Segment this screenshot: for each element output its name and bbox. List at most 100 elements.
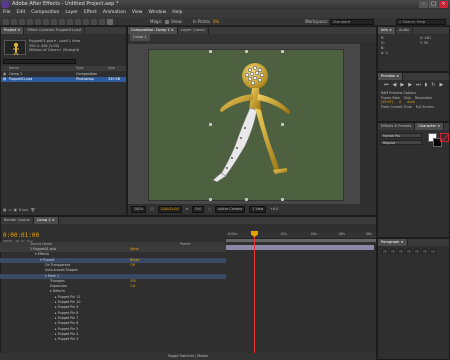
show-checkbox[interactable] (165, 19, 169, 24)
rectangle-tool-icon[interactable] (51, 18, 57, 25)
audio-icon[interactable]: ◗ (425, 82, 428, 88)
roi-icon[interactable]: ▢ (208, 205, 211, 213)
hand-tool-icon[interactable] (11, 18, 17, 25)
work-area-bar[interactable] (226, 239, 376, 242)
justify-all-icon[interactable] (430, 249, 436, 254)
ram-preview-icon[interactable]: ▶ (439, 82, 443, 88)
menu-composition[interactable]: Composition (31, 9, 59, 17)
resolution-label: Resolution (414, 95, 433, 100)
inpoints-value[interactable]: 0% (213, 18, 219, 25)
play-icon[interactable]: ▶ (400, 82, 404, 88)
search-help-input[interactable]: ⌕ Search Help (396, 18, 446, 25)
trash-icon[interactable]: 🗑 (31, 207, 35, 213)
last-frame-icon[interactable]: ⏭ (416, 82, 421, 88)
tab-info[interactable]: Info × (378, 27, 396, 34)
exposure-value[interactable]: +0.0 (270, 205, 278, 213)
column-size[interactable]: Size (108, 66, 115, 71)
camera-tool-icon[interactable] (35, 18, 41, 25)
puppet-pin-handle[interactable] (281, 123, 284, 126)
justify-left-icon[interactable] (406, 249, 412, 254)
workspace-select[interactable]: Standard (330, 18, 374, 25)
current-time-indicator[interactable] (254, 231, 255, 360)
zoom-tool-icon[interactable] (19, 18, 25, 25)
puppet-pin-handle[interactable] (209, 198, 212, 201)
new-folder-icon[interactable]: ▭ (8, 207, 11, 213)
no-stroke-icon[interactable] (440, 133, 450, 143)
time-ruler[interactable]: 0:00s 02s 04s 06s 08s (226, 231, 376, 239)
view-layout-select[interactable]: 1 View (249, 206, 267, 213)
brush-tool-icon[interactable] (75, 18, 81, 25)
menu-window[interactable]: Window (149, 9, 167, 17)
project-search-input[interactable] (3, 59, 76, 64)
prev-frame-icon[interactable]: ◀ (393, 82, 397, 88)
toggle-switches-modes[interactable]: Toggle Switches / Modes (168, 354, 208, 358)
puppet-pin-tool-icon[interactable] (107, 18, 113, 25)
align-left-icon[interactable] (382, 249, 388, 254)
timecode-value[interactable]: 0:00:01:00 (3, 232, 39, 239)
puppet-pin-handle[interactable] (281, 198, 284, 201)
bit-depth-label[interactable]: 8 bpc (19, 207, 29, 213)
snapshot-icon[interactable]: ◰ (150, 205, 153, 213)
rotate-tool-icon[interactable] (27, 18, 33, 25)
from-current-time-checkbox[interactable]: From Current Time (381, 105, 412, 110)
tab-audio[interactable]: Audio (396, 27, 414, 34)
menu-file[interactable]: File (3, 9, 11, 17)
puppet-pin-handle[interactable] (281, 50, 284, 53)
selection-tool-icon[interactable] (3, 18, 9, 25)
loop-icon[interactable]: ↻ (431, 82, 435, 88)
maximize-button[interactable]: □ (429, 1, 438, 8)
puppet-pin-handle[interactable] (245, 198, 248, 201)
comp-breadcrumb[interactable]: Comp 1 (130, 34, 150, 41)
puppet-pin-handle[interactable] (209, 123, 212, 126)
new-comp-icon[interactable]: ▣ (14, 207, 17, 213)
layer-duration-bar[interactable] (226, 245, 374, 250)
type-tool-icon[interactable] (67, 18, 73, 25)
justify-right-icon[interactable] (422, 249, 428, 254)
active-camera-select[interactable]: Active Camera (215, 206, 246, 213)
eraser-tool-icon[interactable] (91, 18, 97, 25)
pan-behind-tool-icon[interactable] (43, 18, 49, 25)
puppet-pin-handle[interactable] (209, 50, 212, 53)
tab-project[interactable]: Project × (1, 27, 25, 34)
magnification-select[interactable]: 100% (131, 206, 147, 213)
full-screen-checkbox[interactable]: Full Screen (416, 105, 434, 110)
font-style-select[interactable]: Regular (380, 140, 422, 145)
timeline-row[interactable]: ▸ Puppet Pin 3 (0, 337, 226, 342)
align-center-icon[interactable] (390, 249, 396, 254)
menu-effect[interactable]: Effect (84, 9, 97, 17)
tab-composition[interactable]: Composition: Comp 1 × (128, 27, 178, 34)
tab-effects-presets[interactable]: Effects & Presets (378, 123, 416, 130)
tab-layer[interactable]: Layer: (none) (178, 27, 209, 34)
column-name[interactable]: Name (9, 66, 19, 71)
pen-tool-icon[interactable] (59, 18, 65, 25)
column-type[interactable]: Type (76, 66, 84, 71)
align-right-icon[interactable] (398, 249, 404, 254)
project-item-psd[interactable]: ▤ Puppet01.psd Photoshop 330 KB (1, 77, 126, 82)
close-button[interactable]: × (439, 1, 448, 8)
tab-effect-controls[interactable]: Effect Controls: Puppet01.psd (24, 27, 85, 34)
next-frame-icon[interactable]: ▶ (408, 82, 412, 88)
justify-center-icon[interactable] (414, 249, 420, 254)
tab-paragraph[interactable]: Paragraph × (378, 239, 408, 246)
menu-view[interactable]: View (132, 9, 143, 17)
roto-brush-tool-icon[interactable] (99, 18, 105, 25)
first-frame-icon[interactable]: ⏮ (384, 82, 389, 88)
resolution-select[interactable]: Full (192, 206, 204, 213)
camera-snapshot-icon[interactable]: ⊙ (186, 205, 189, 213)
viewer-timecode[interactable]: 0;00;01;00 (157, 206, 182, 213)
menu-layer[interactable]: Layer (65, 9, 78, 17)
menu-edit[interactable]: Edit (17, 9, 26, 17)
tab-preview[interactable]: Preview × (378, 73, 404, 80)
tab-character[interactable]: Character × (415, 123, 445, 130)
menu-help[interactable]: Help (172, 9, 182, 17)
menu-animation[interactable]: Animation (103, 9, 126, 17)
tab-comp-1[interactable]: Comp 1 × (33, 217, 59, 224)
clone-tool-icon[interactable] (83, 18, 89, 25)
comp-canvas[interactable] (148, 49, 344, 201)
minimize-button[interactable]: – (419, 1, 428, 8)
interpret-footage-icon[interactable]: ▦ (3, 207, 6, 213)
viewer-footer: 100% ◰ 0;00;01;00 ⊙ Full ▢ Active Camera… (128, 205, 360, 213)
font-family-select[interactable]: Myriad Pro (380, 133, 422, 138)
tab-render-queue[interactable]: Render Queue (1, 217, 34, 224)
puppet-pin-handle[interactable] (245, 50, 248, 53)
